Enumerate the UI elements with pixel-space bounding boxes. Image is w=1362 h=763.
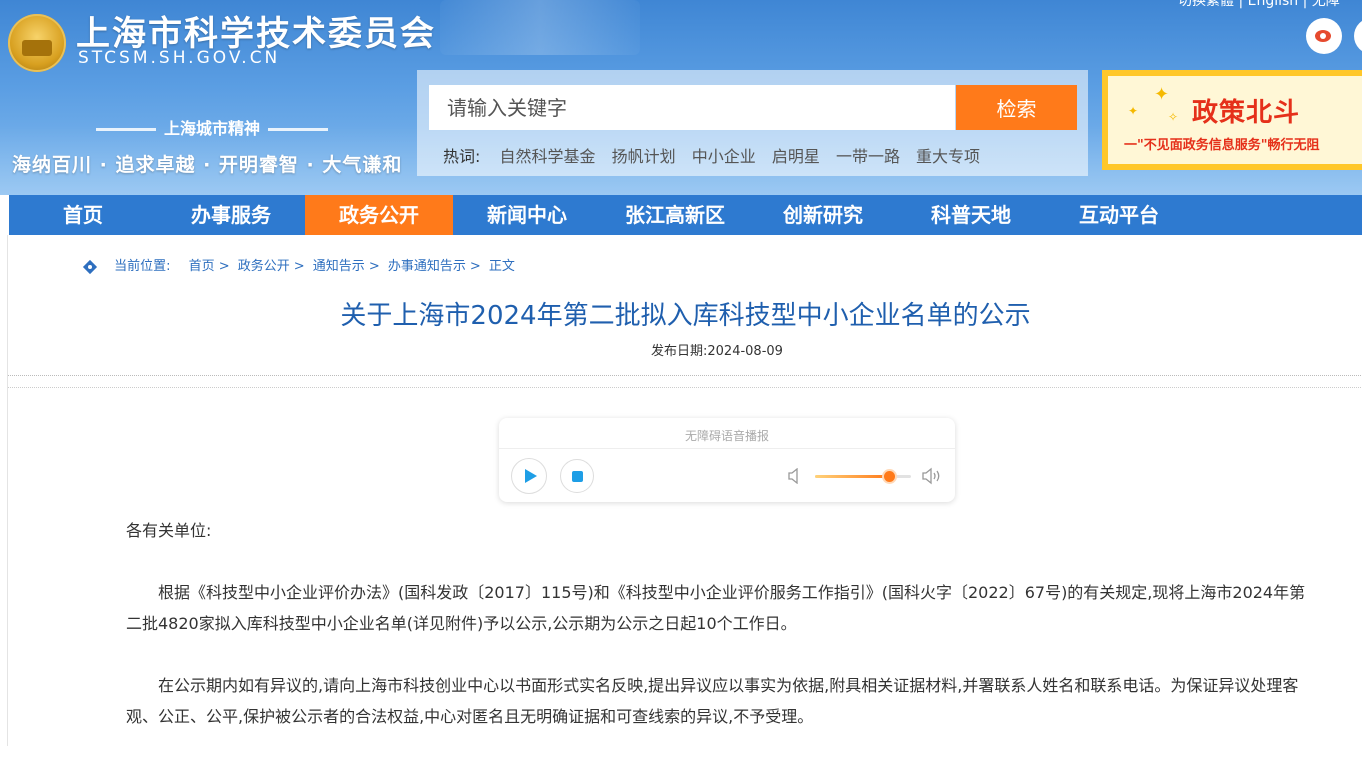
publish-date: 发布日期:2024-08-09 bbox=[651, 344, 783, 359]
breadcrumb-separator: > bbox=[293, 259, 305, 274]
breadcrumb: 当前位置: 首页 > 政务公开 > 通知告示 > 办事通知告示 > 正文 bbox=[80, 255, 515, 277]
breadcrumb-label: 当前位置: bbox=[114, 259, 171, 274]
nav-item-gov-affairs[interactable]: 政务公开 bbox=[305, 195, 453, 235]
breadcrumb-item[interactable]: 政务公开 bbox=[238, 259, 290, 274]
logo-emblem-detail bbox=[22, 40, 52, 56]
nav-item-zhangjiang[interactable]: 张江高新区 bbox=[601, 195, 749, 235]
breadcrumb-item-current: 正文 bbox=[488, 259, 515, 274]
article-body: 各有关单位: 根据《科技型中小企业评价办法》(国科发政〔2017〕115号)和《… bbox=[126, 515, 1321, 763]
city-spirit-text: 海纳百川 · 追求卓越 · 开明睿智 · 大气谦和 bbox=[12, 154, 403, 176]
search-panel: 检索 热词: 自然科学基金 扬帆计划 中小企业 启明星 一带一路 重大专项 bbox=[417, 70, 1088, 176]
audio-player-title: 无障碍语音播报 bbox=[684, 429, 769, 443]
wechat-icon[interactable] bbox=[1354, 18, 1362, 54]
weibo-icon[interactable] bbox=[1306, 18, 1342, 54]
volume-slider[interactable] bbox=[815, 471, 911, 482]
volume-low-icon[interactable] bbox=[788, 468, 802, 484]
hot-word-link[interactable]: 重大专项 bbox=[916, 147, 980, 166]
banner-subtitle: 一"不见面政务信息服务"畅行无阻 bbox=[1124, 138, 1320, 153]
play-button[interactable] bbox=[511, 458, 547, 494]
article-title: 关于上海市2024年第二批拟入库科技型中小企业名单的公示 bbox=[340, 301, 1031, 331]
breadcrumb-item[interactable]: 首页 bbox=[189, 259, 215, 274]
hot-word-link[interactable]: 扬帆计划 bbox=[612, 147, 676, 166]
main-nav: 首页 办事服务 政务公开 新闻中心 张江高新区 创新研究 科普天地 互动平台 bbox=[9, 195, 1362, 235]
star-icon: ✧ bbox=[1168, 110, 1179, 124]
heading-rule-right bbox=[268, 128, 328, 131]
stop-button[interactable] bbox=[560, 459, 594, 493]
audio-player-divider bbox=[499, 448, 955, 449]
breadcrumb-separator: > bbox=[218, 259, 230, 274]
article-salutation: 各有关单位: bbox=[126, 521, 212, 540]
breadcrumb-separator: > bbox=[368, 259, 380, 274]
search-input[interactable] bbox=[429, 85, 955, 130]
site-domain: STCSM.SH.GOV.CN bbox=[78, 48, 281, 68]
city-spirit-heading-text: 上海城市精神 bbox=[163, 119, 260, 138]
calligraphy-decoration bbox=[440, 0, 640, 55]
hot-word-link[interactable]: 自然科学基金 bbox=[500, 147, 596, 166]
content-area: 当前位置: 首页 > 政务公开 > 通知告示 > 办事通知告示 > 正文 关于上海市20… bbox=[7, 235, 1362, 746]
hot-word-link[interactable]: 中小企业 bbox=[692, 147, 756, 166]
heading-rule-left bbox=[95, 128, 156, 131]
logo-emblem[interactable] bbox=[8, 14, 66, 72]
nav-item-science[interactable]: 科普天地 bbox=[897, 195, 1045, 235]
audio-player: 无障碍语音播报 bbox=[499, 418, 955, 502]
nav-item-interaction[interactable]: 互动平台 bbox=[1045, 195, 1193, 235]
search-button[interactable]: 检索 bbox=[956, 85, 1077, 130]
hot-words: 热词: 自然科学基金 扬帆计划 中小企业 启明星 一带一路 重大专项 bbox=[443, 143, 991, 167]
volume-knob[interactable] bbox=[883, 471, 895, 482]
divider bbox=[8, 387, 1362, 388]
banner-title: 政策北斗 bbox=[1192, 98, 1301, 128]
policy-beidou-banner[interactable]: ✦ ✦ ✧ 政策北斗 一"不见面政务信息服务"畅行无阻 bbox=[1102, 70, 1362, 170]
nav-item-services[interactable]: 办事服务 bbox=[157, 195, 305, 235]
nav-item-home[interactable]: 首页 bbox=[9, 195, 157, 235]
hot-word-link[interactable]: 一带一路 bbox=[836, 147, 900, 166]
site-header: 上海市科学技术委员会 STCSM.SH.GOV.CN 上海城市精神 海纳百川 ·… bbox=[0, 0, 1362, 195]
breadcrumb-item[interactable]: 通知告示 bbox=[313, 259, 365, 274]
breadcrumb-separator: > bbox=[469, 259, 481, 274]
star-icon: ✦ bbox=[1128, 104, 1139, 118]
hot-words-label: 热词: bbox=[443, 147, 481, 166]
location-icon bbox=[80, 257, 100, 277]
article-paragraph: 根据《科技型中小企业评价办法》(国科发政〔2017〕115号)和《科技型中小企业… bbox=[126, 583, 1306, 633]
hot-word-link[interactable]: 启明星 bbox=[772, 147, 820, 166]
city-spirit-heading: 上海城市精神 bbox=[82, 115, 342, 139]
volume-high-icon[interactable] bbox=[922, 467, 942, 485]
nav-item-news[interactable]: 新闻中心 bbox=[453, 195, 601, 235]
divider bbox=[8, 375, 1362, 376]
star-icon: ✦ bbox=[1154, 84, 1170, 105]
nav-item-innovation[interactable]: 创新研究 bbox=[749, 195, 897, 235]
volume-fill bbox=[815, 475, 889, 478]
top-language-links[interactable]: 切换繁體 | English | 无障 bbox=[1178, 0, 1340, 10]
breadcrumb-item[interactable]: 办事通知告示 bbox=[388, 259, 466, 274]
article-paragraph: 在公示期内如有异议的,请向上海市科技创业中心以书面形式实名反映,提出异议应以事实… bbox=[126, 676, 1299, 726]
